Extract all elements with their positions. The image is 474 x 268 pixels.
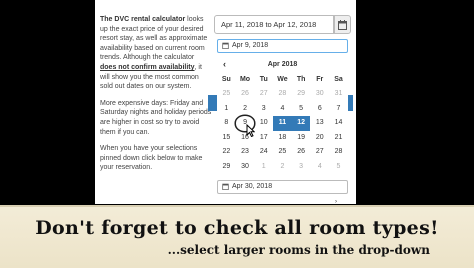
calculator-description: The DVC rental calculator looks up the e… [100,15,212,180]
calendar-day[interactable]: 19 [292,131,311,146]
calendar-day[interactable]: 1 [254,160,273,175]
promo-banner: Don't forget to check all room types! ..… [0,205,474,268]
weekday-label: Th [296,76,306,83]
calendar-day[interactable]: 11 [273,116,292,131]
calendar-week-row: 8 9 10 11 12 13 14 [217,116,348,131]
weekday-label: We [277,76,288,83]
weekday-label: Mo [239,76,251,83]
calendar-icon [338,20,347,30]
calendar-day[interactable]: 30 [310,87,329,102]
calendar-day[interactable]: 26 [292,145,311,160]
weekday-label: Tu [259,76,268,83]
calendar-day[interactable]: 7 [329,102,348,117]
calendar-day[interactable]: 3 [292,160,311,175]
calendar-day[interactable]: 5 [292,102,311,117]
checkout-date-field[interactable]: Apr 30, 2018 [217,180,348,194]
calendar-week-row: 15 16 17 18 19 20 21 [217,131,348,146]
calendar-grid: 25 26 27 28 29 30 31 1 2 3 4 5 6 7 8 9 10 11 12 13 14 15 16 17 1… [217,87,348,174]
calendar-day[interactable]: 2 [273,160,292,175]
description-paragraph-3: When you have your selections pinned dow… [100,145,203,172]
calendar-day[interactable]: 2 [236,102,255,117]
calendar-week-row: 25 26 27 28 29 30 31 [217,87,348,102]
calendar-day[interactable]: 4 [310,160,329,175]
calendar-day[interactable]: 31 [329,87,348,102]
calendar-day[interactable]: 15 [217,131,236,146]
calendar-week-row: 1234567 [217,102,348,117]
calendar-day[interactable]: 29 [292,87,311,102]
calendar-day[interactable]: 29 [217,160,236,175]
calendar-day[interactable]: 25 [273,145,292,160]
weekday-label: Su [221,76,231,83]
checkin-date-field[interactable]: Apr 9, 2018 [217,39,348,53]
weekday-row: Su Mo Tu We Th Fr Sa [217,72,348,87]
calendar-day[interactable]: 10 [254,116,273,131]
calendar-day[interactable]: 27 [310,145,329,160]
action-button-left-edge[interactable] [208,95,217,111]
description-paragraph-1: The DVC rental calculator looks up the e… [100,15,212,92]
calendar-day[interactable]: 24 [254,145,273,160]
calendar-day[interactable]: 12 [291,116,311,131]
availability-link[interactable]: does not confirm availability [100,64,195,71]
calendar-day[interactable]: 26 [236,87,255,102]
calendar-day[interactable]: 23 [236,145,255,160]
calendar-button[interactable] [334,15,351,34]
weekday-label: Fr [316,76,324,83]
datepicker-header: ‹ Apr 2018 [217,57,348,72]
calendar-day[interactable]: 6 [310,102,329,117]
calendar-day[interactable]: 14 [329,116,348,131]
date-range-input[interactable]: Apr 11, 2018 to Apr 12, 2018 [214,15,334,34]
calendar-day[interactable]: 27 [254,87,273,102]
calendar-day[interactable]: 25 [217,87,236,102]
calendar-day[interactable]: 28 [329,145,348,160]
mouse-pointer-icon [246,124,255,137]
calendar-day[interactable]: 20 [310,131,329,146]
banner-subtext: ...select larger rooms in the drop-down [167,243,430,257]
calculator-title: The DVC rental calculator [100,16,186,23]
banner-headline: Don't forget to check all room types! [35,217,439,239]
calendar-day[interactable]: 13 [310,116,329,131]
calendar-day[interactable]: 5 [329,160,348,175]
calendar-week-row: 29 30 1 2 3 4 5 [217,160,348,175]
calendar-day[interactable]: 28 [273,87,292,102]
description-paragraph-2: More expensive days: Friday and Saturday… [100,99,212,136]
calendar-day[interactable]: 18 [273,131,292,146]
calendar-day[interactable]: 22 [217,145,236,160]
action-button-right-edge[interactable] [348,95,353,111]
checkout-date-value: Apr 30, 2018 [232,183,273,190]
checkin-date-value: Apr 9, 2018 [232,42,269,49]
calendar-day[interactable]: 17 [254,131,273,146]
calendar-day[interactable]: 4 [273,102,292,117]
calendar-day[interactable]: 30 [236,160,255,175]
month-label: Apr 2018 [267,61,298,68]
weekday-label: Sa [334,76,343,83]
calendar-day[interactable]: 8 [217,116,236,131]
calendar-week-row: 22 23 24 25 26 27 28 [217,145,348,160]
calendar-day[interactable]: 21 [329,131,348,146]
calendar-icon [222,183,229,190]
calendar-day[interactable]: 1 [217,102,236,117]
calendar-icon [222,42,229,49]
datepicker-popup: ‹ Apr 2018 Su Mo Tu We Th Fr Sa 25 26 27 28 29 30 31… [217,57,348,178]
chevron-left-icon[interactable]: ‹ [223,57,226,72]
calendar-day[interactable]: 3 [254,102,273,117]
